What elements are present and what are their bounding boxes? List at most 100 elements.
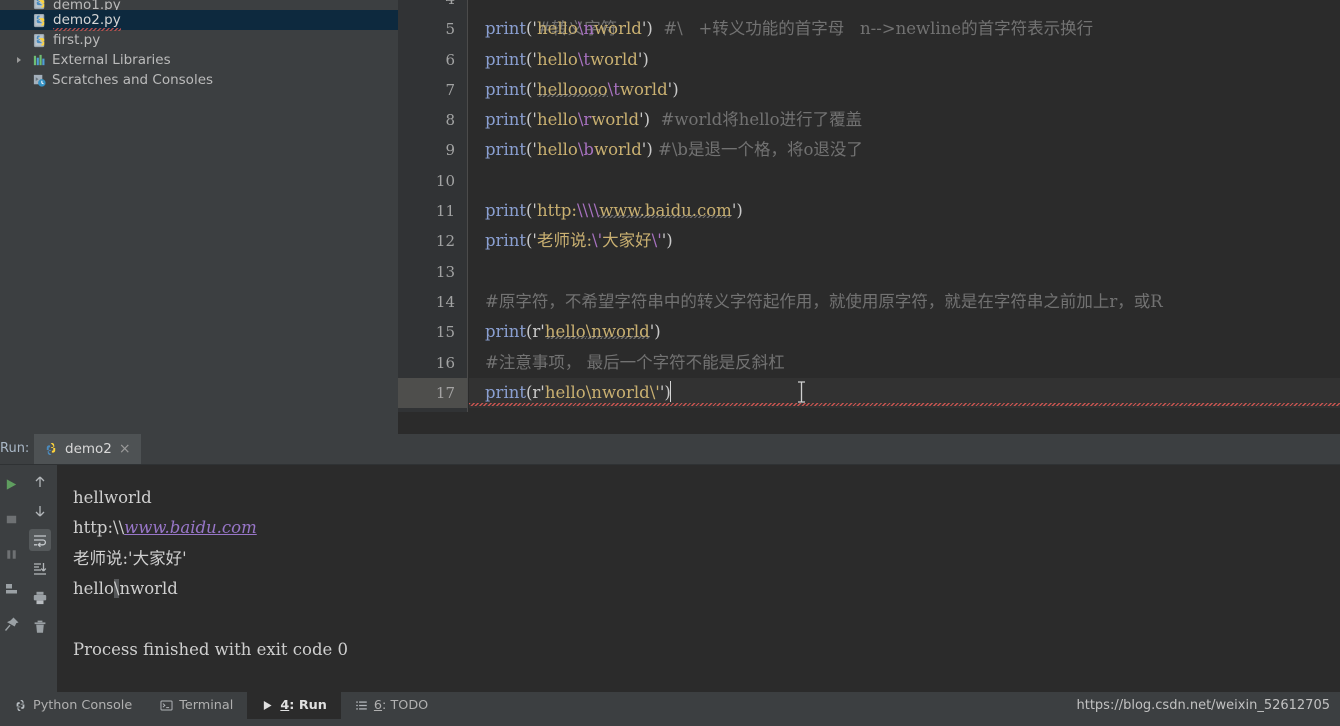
python-file-icon [33, 33, 48, 48]
pycharm-window: demo1.py demo2.py first.py External Libr… [0, 0, 1340, 726]
tree-item-label: demo1.py [53, 0, 121, 10]
pin-button[interactable] [1, 613, 23, 635]
layout-button[interactable] [1, 578, 23, 600]
escape-sequence: \' [592, 231, 603, 251]
line-number: 12 [435, 232, 455, 251]
string-literal: world [594, 19, 642, 39]
code-line-8[interactable]: print('hello\rworld') #world将hello进行了覆盖 [469, 105, 1340, 135]
status-python-console[interactable]: Python Console [0, 692, 146, 719]
run-tab-demo2[interactable]: demo2 × [34, 434, 141, 464]
status-run[interactable]: 4: Run [247, 692, 341, 719]
string-literal: hello [544, 382, 586, 402]
code-line-12[interactable]: print('老师说:\'大家好\'') [469, 226, 1340, 256]
tree-item-demo1[interactable]: demo1.py [0, 0, 398, 10]
prev-occurrence-button[interactable] [29, 471, 51, 493]
code-line-17-current[interactable]: print(r'hello\nworld\'') [469, 377, 1340, 409]
function-name: print [485, 382, 526, 402]
code-line-4[interactable]: #转义字符 [469, 0, 1340, 38]
function-name: print [485, 201, 526, 221]
console-line: http:\\www.baidu.com [73, 513, 1340, 543]
function-name: print [485, 231, 526, 251]
code-line-6[interactable]: print('hello\tworld') [469, 45, 1340, 75]
punctuation: (r' [525, 322, 545, 342]
line-number: 6 [445, 50, 455, 69]
todo-icon [355, 699, 368, 712]
python-file-icon [33, 13, 48, 28]
escape-sequence: \t [607, 79, 620, 99]
scroll-to-end-button[interactable] [29, 558, 51, 580]
run-tool-window: Run: demo2 × hellworld http:\\www.baidu.… [0, 434, 1340, 692]
close-icon[interactable]: × [119, 441, 131, 457]
scratches-icon [32, 73, 47, 88]
code-line-15[interactable]: print(r'hello\nworld') [469, 317, 1340, 347]
tree-item-label: Scratches and Consoles [52, 72, 214, 88]
code-line-10[interactable] [469, 166, 1340, 196]
string-literal: world [591, 110, 640, 130]
expand-arrow-icon[interactable] [14, 54, 27, 67]
play-icon [261, 699, 274, 712]
escape-sequence: \r [577, 110, 592, 130]
pause-button[interactable] [1, 543, 23, 565]
status-item-separator: : [289, 698, 299, 713]
line-number: 5 [445, 20, 455, 39]
console-link[interactable]: www.baidu.com [124, 518, 257, 537]
console-line-exit: Process finished with exit code 0 [73, 639, 349, 659]
function-name: print [485, 19, 526, 39]
string-literal-typo: www.baidu.com [599, 201, 732, 221]
code-line-13[interactable] [469, 257, 1340, 287]
punctuation: ') [667, 79, 679, 99]
punctuation: ') [641, 140, 653, 160]
printer-icon[interactable] [29, 587, 51, 609]
tree-item-demo2[interactable]: demo2.py [0, 10, 398, 31]
punctuation: (r' [525, 382, 545, 402]
line-number: 13 [435, 262, 455, 281]
punctuation: ') [731, 201, 743, 221]
watermark-url: https://blog.csdn.net/weixin_52612705 [1076, 698, 1330, 713]
code-line-14[interactable]: #原字符，不希望字符串中的转义字符起作用，就使用原字符，就是在字符串之前加上r，… [469, 287, 1340, 317]
code-line-16[interactable]: #注意事项， 最后一个字符不能是反斜杠 [469, 348, 1340, 378]
console-text: hello [73, 579, 114, 599]
punctuation: (' [525, 79, 537, 99]
status-terminal[interactable]: Terminal [146, 692, 247, 719]
stop-button[interactable] [1, 508, 23, 530]
status-item-label: TODO [390, 698, 429, 713]
punctuation: (' [525, 140, 537, 160]
escape-sequence: \n [585, 382, 602, 402]
tree-item-label: External Libraries [52, 52, 171, 68]
rerun-button[interactable] [1, 473, 23, 495]
tree-item-label: first.py [53, 32, 101, 48]
punctuation: ') [661, 231, 673, 251]
status-item-label: Python Console [33, 698, 133, 713]
escape-sequence: \t [577, 49, 591, 69]
trash-icon[interactable] [29, 616, 51, 638]
escape-sequence: \' [651, 231, 662, 251]
punctuation: ') [641, 19, 653, 39]
string-literal: hello [536, 19, 578, 39]
text-caret [669, 380, 672, 402]
code-line-9[interactable]: print('hello\bworld') #\b是退一个格，将o退没了 [469, 135, 1340, 165]
punctuation: (' [525, 110, 537, 130]
tree-item-scratches-and-consoles[interactable]: Scratches and Consoles [0, 70, 398, 90]
punctuation: ') [639, 110, 651, 130]
code-line-11[interactable]: print('http:\\\\www.baidu.com') [469, 196, 1340, 226]
run-console-output[interactable]: hellworld http:\\www.baidu.com 老师说:'大家好'… [57, 465, 1340, 692]
line-number-current: 17 [398, 377, 467, 409]
console-text: http:\\ [73, 518, 125, 538]
line-number: 8 [445, 111, 455, 130]
string-literal: hello [536, 110, 578, 130]
comment-text: #注意事项， 最后一个字符不能是反斜杠 [485, 352, 785, 372]
line-number-gutter: 4 5 6 7 8 9 10 11 12 13 14 15 16 17 [398, 0, 468, 412]
status-todo[interactable]: 6: TODO [341, 692, 442, 719]
line-number: 16 [435, 353, 455, 372]
soft-wrap-button[interactable] [29, 529, 51, 551]
string-literal: hello [536, 140, 578, 160]
comment-text: #\b是退一个格，将o退没了 [658, 140, 863, 160]
code-text-area[interactable]: #转义字符 print('hello\nworld') #\ +转义功能的首字母… [469, 0, 1340, 412]
code-editor[interactable]: 4 5 6 7 8 9 10 11 12 13 14 15 16 17 #转义字… [398, 0, 1340, 412]
code-line-7[interactable]: print('helloooo\tworld') [469, 75, 1340, 105]
code-line-5[interactable]: print('hello\nworld') #\ +转义功能的首字母 n-->n… [469, 14, 1340, 44]
tree-item-external-libraries[interactable]: External Libraries [0, 50, 398, 70]
punctuation: (' [525, 19, 537, 39]
next-occurrence-button[interactable] [29, 500, 51, 522]
tree-item-first[interactable]: first.py [0, 30, 398, 50]
